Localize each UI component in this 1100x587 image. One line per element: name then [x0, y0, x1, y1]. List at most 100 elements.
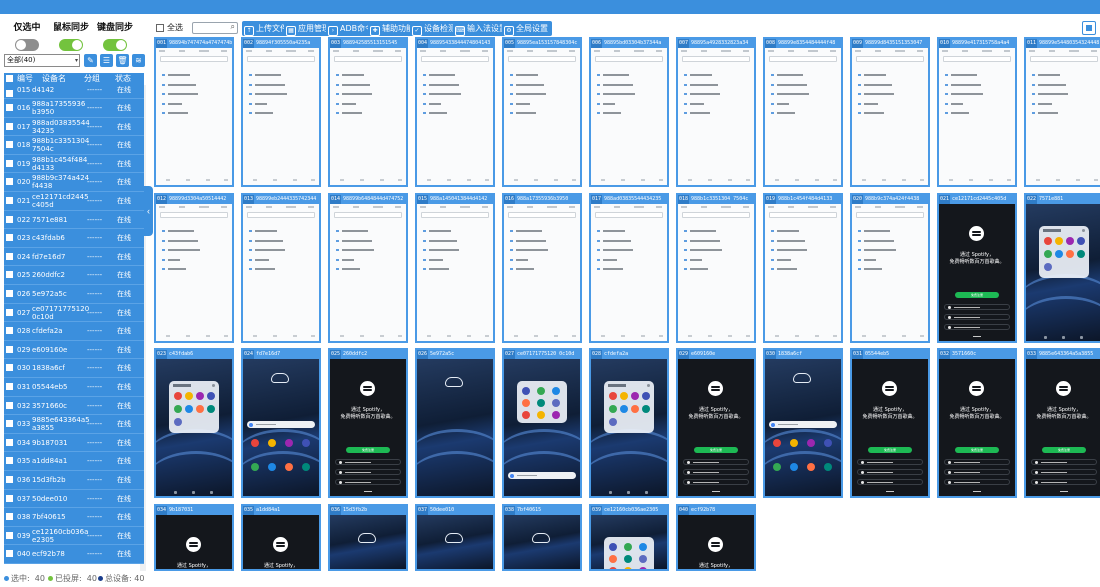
app-icon[interactable] [552, 387, 560, 395]
device-card[interactable]: 012 98899d3304a50514442 [154, 193, 234, 343]
device-card[interactable]: 010 98899e417315758a4a4 [937, 37, 1017, 187]
device-screen[interactable] [243, 359, 319, 496]
menu-list-item[interactable] [684, 266, 748, 272]
menu-list-item[interactable] [423, 82, 487, 88]
spotify-signup-button[interactable]: 免费注册 [1042, 447, 1086, 453]
group-filter-select[interactable]: 全部(40) ▾ [4, 54, 80, 67]
spotify-login-link[interactable] [886, 491, 894, 492]
menu-list-item[interactable] [336, 82, 400, 88]
device-checkbox[interactable] [6, 457, 13, 465]
spotify-login-link[interactable] [973, 336, 981, 337]
spotify-login-link[interactable] [712, 491, 720, 492]
device-row[interactable]: 023 c43fdab6 ------ 在线 [4, 229, 144, 248]
menu-list-item[interactable] [162, 247, 226, 253]
device-checkbox[interactable] [6, 420, 13, 428]
app-icon[interactable] [522, 387, 530, 395]
menu-list-item[interactable] [771, 101, 835, 107]
device-screen[interactable] [504, 359, 580, 496]
app-icon[interactable] [285, 463, 293, 471]
spotify-signup-button[interactable]: 免费注册 [955, 292, 999, 298]
menu-list-item[interactable] [423, 110, 487, 116]
search-input[interactable]: ⌕ [192, 22, 238, 34]
device-card[interactable]: 009 98899d8435151353047 [850, 37, 930, 187]
device-checkbox[interactable] [6, 159, 13, 167]
app-icon[interactable] [773, 463, 781, 471]
google-search-bar[interactable] [769, 421, 837, 428]
device-row[interactable]: 036 15d3fb2b ------ 在线 [4, 471, 144, 490]
menu-list-item[interactable] [336, 257, 400, 263]
spotify-login-option[interactable] [944, 314, 1010, 320]
app-icon[interactable] [552, 411, 560, 419]
device-screen[interactable] [417, 515, 493, 569]
device-checkbox[interactable] [6, 531, 13, 539]
menu-list-item[interactable] [510, 247, 574, 253]
menu-list-item[interactable] [684, 91, 748, 97]
app-icon[interactable] [620, 392, 628, 400]
app-icon[interactable] [552, 399, 560, 407]
menu-list-item[interactable] [771, 266, 835, 272]
device-card[interactable]: 002 98894f305550a4235a [241, 37, 321, 187]
menu-list-item[interactable] [249, 228, 313, 234]
app-icon[interactable] [1055, 237, 1063, 245]
menu-list-item[interactable] [510, 72, 574, 78]
spotify-login-link[interactable] [364, 491, 372, 492]
device-screen[interactable] [243, 204, 319, 341]
app-icon[interactable] [537, 411, 545, 419]
menu-list-item[interactable] [249, 72, 313, 78]
device-card[interactable]: 004 98895433844474804143 [415, 37, 495, 187]
device-screen[interactable] [1026, 48, 1100, 185]
spotify-login-option[interactable] [857, 469, 923, 475]
app-icon[interactable] [1055, 250, 1063, 258]
spotify-login-link[interactable] [1060, 491, 1068, 492]
device-card[interactable]: 018 988b1c3351304 7504c [676, 193, 756, 343]
menu-list-item[interactable] [336, 101, 400, 107]
app-icon[interactable] [639, 543, 647, 551]
device-card[interactable]: 037 50dee010 [415, 504, 495, 571]
menu-list-item[interactable] [858, 228, 922, 234]
app-icon[interactable] [251, 463, 259, 471]
device-checkbox[interactable] [6, 197, 13, 204]
device-row[interactable]: 031 05544eb5 ------ 在线 [4, 378, 144, 397]
device-screen[interactable] [330, 48, 406, 185]
menu-list-item[interactable] [1032, 110, 1096, 116]
menu-list-item[interactable] [597, 82, 661, 88]
device-checkbox[interactable] [6, 364, 13, 372]
device-checkbox[interactable] [6, 178, 13, 186]
device-screen[interactable] [591, 515, 667, 569]
device-card[interactable]: 024 fd7e16d7 [241, 348, 321, 498]
samsung-folder[interactable] [604, 381, 654, 433]
device-checkbox[interactable] [6, 252, 13, 260]
menu-list-item[interactable] [1032, 82, 1096, 88]
app-icon[interactable] [1077, 237, 1085, 245]
device-card[interactable]: 022 7571e881 [1024, 193, 1100, 343]
device-card[interactable]: 033 9885e643364a5a3855 通过 Spotify， 免费畅听数百万首… [1024, 348, 1100, 498]
device-checkbox[interactable] [6, 308, 13, 316]
menu-list-item[interactable] [945, 91, 1009, 97]
app-icon[interactable] [207, 392, 215, 400]
menu-list-item[interactable] [423, 91, 487, 97]
app-icon[interactable] [1066, 250, 1074, 258]
app-icon[interactable] [609, 555, 617, 563]
device-row[interactable]: 032 3571660c ------ 在线 [4, 396, 144, 416]
spotify-login-option[interactable] [944, 479, 1010, 485]
app-icon[interactable] [631, 392, 639, 400]
app-icon[interactable] [174, 392, 182, 400]
menu-list-item[interactable] [249, 238, 313, 244]
menu-list-item[interactable] [858, 72, 922, 78]
device-card[interactable]: 013 98899eb2444335742344 [241, 193, 321, 343]
device-checkbox[interactable] [6, 104, 13, 111]
device-card[interactable]: 003 988942585513151545 [328, 37, 408, 187]
menu-list-item[interactable] [336, 266, 400, 272]
menu-list-item[interactable] [423, 257, 487, 263]
menu-list-item[interactable] [945, 110, 1009, 116]
device-screen[interactable]: 通过 Spotify，免费畅听数百万首歌曲。 [243, 515, 319, 569]
device-card[interactable]: 036 15d3fb2b [328, 504, 408, 571]
delete-button[interactable]: 🗑 [116, 54, 129, 67]
menu-list-item[interactable] [858, 238, 922, 244]
device-card[interactable]: 008 98899e8354484444f48 [763, 37, 843, 187]
sync-mouse-toggle[interactable] [59, 39, 83, 51]
menu-list-item[interactable] [510, 266, 574, 272]
menu-list-item[interactable] [771, 82, 835, 88]
spotify-signup-button[interactable]: 免费注册 [694, 447, 738, 453]
app-icon[interactable] [631, 405, 639, 413]
